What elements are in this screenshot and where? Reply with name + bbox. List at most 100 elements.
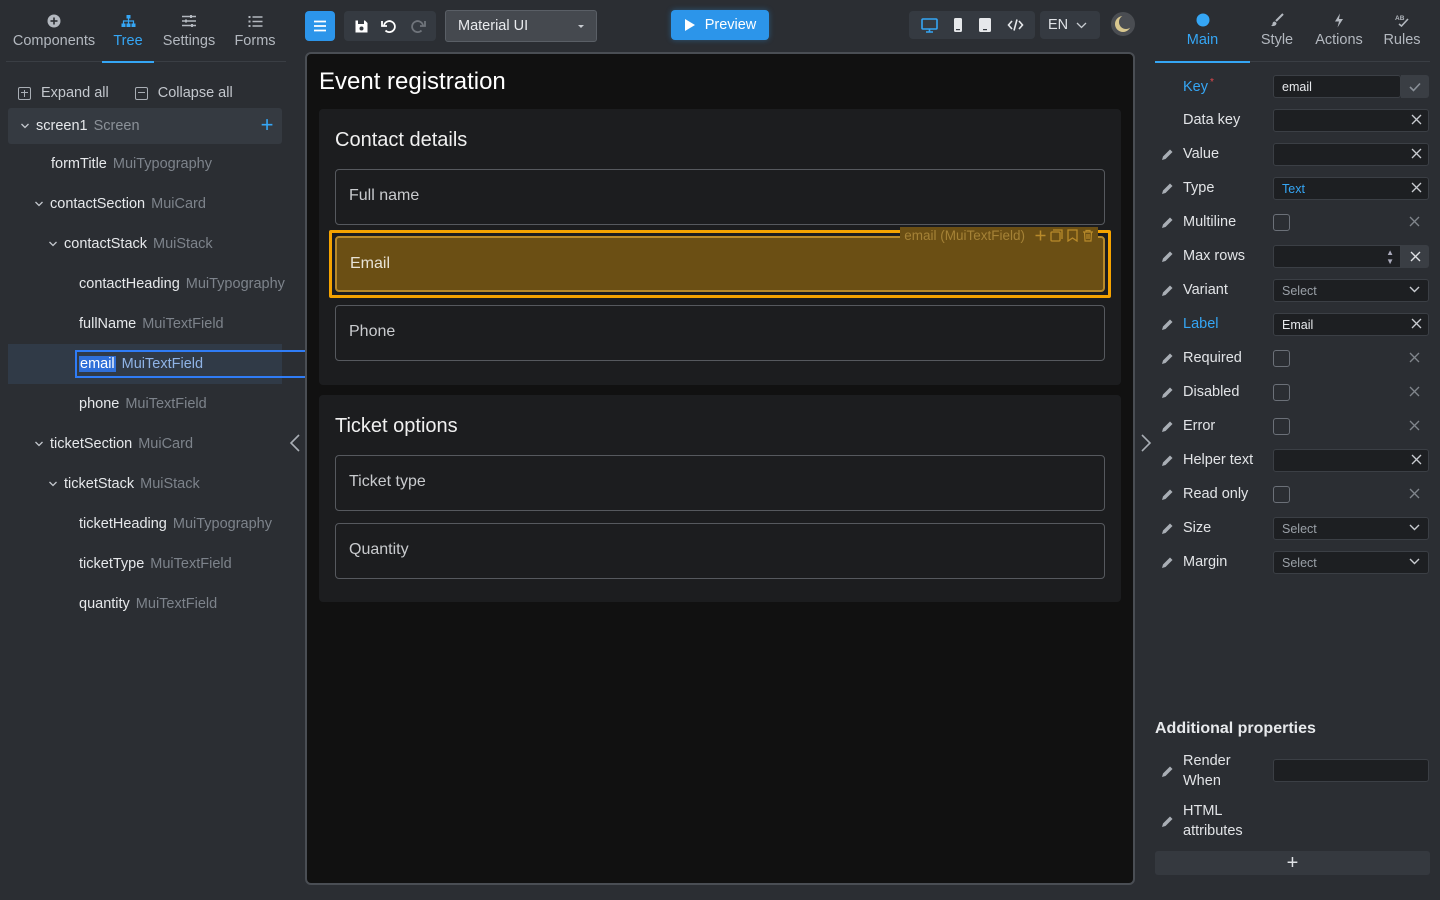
pencil-icon[interactable]	[1161, 182, 1174, 195]
tab-components[interactable]: Components	[6, 0, 102, 62]
chevron-down-icon[interactable]	[20, 121, 30, 131]
tree-node-ticketsection[interactable]: ticketSection MuiCard	[8, 424, 282, 464]
ticket-section-card[interactable]: Ticket options Ticket type Quantity	[319, 395, 1121, 602]
library-select[interactable]: Material UI	[445, 10, 597, 42]
collapse-left-panel-button[interactable]	[289, 433, 301, 453]
close-icon[interactable]	[1409, 386, 1420, 397]
read-only-checkbox[interactable]	[1273, 486, 1290, 503]
tab-actions[interactable]: Actions	[1304, 0, 1374, 62]
tree-node-formtitle[interactable]: formTitle MuiTypography	[8, 144, 282, 184]
undo-button[interactable]	[381, 19, 397, 34]
pencil-icon[interactable]	[1161, 454, 1174, 467]
ticket-heading[interactable]: Ticket options	[335, 415, 458, 438]
tab-settings[interactable]: Settings	[154, 0, 224, 62]
form-title[interactable]: Event registration	[319, 68, 506, 96]
pencil-icon[interactable]	[1161, 250, 1174, 263]
tab-rules[interactable]: AB Rules	[1374, 0, 1430, 62]
close-icon[interactable]	[1411, 182, 1422, 193]
multiline-checkbox[interactable]	[1273, 214, 1290, 231]
tab-style[interactable]: Style	[1250, 0, 1304, 62]
theme-toggle[interactable]	[1111, 12, 1135, 36]
close-icon[interactable]	[1411, 454, 1422, 465]
contact-section-card[interactable]: Contact details Full name Email email (M…	[319, 109, 1121, 385]
close-icon[interactable]	[1409, 488, 1420, 499]
menu-button[interactable]	[305, 11, 335, 41]
chevron-down-icon[interactable]	[48, 239, 58, 249]
tree-node-email[interactable]: email MuiTextField	[8, 344, 308, 384]
contact-heading[interactable]: Contact details	[335, 129, 467, 152]
pencil-icon[interactable]	[1161, 522, 1174, 535]
chevron-down-icon[interactable]	[34, 439, 44, 449]
pencil-icon[interactable]	[1161, 488, 1174, 501]
close-icon[interactable]	[1411, 148, 1422, 159]
tree-node-contactstack[interactable]: contactStack MuiStack	[8, 224, 282, 264]
pencil-icon[interactable]	[1161, 318, 1174, 331]
desktop-icon	[920, 17, 938, 33]
tree-node-contactheading[interactable]: contactHeading MuiTypography	[8, 264, 285, 304]
tree-node-quantity[interactable]: quantity MuiTextField	[8, 584, 282, 624]
tree-node-tickettype[interactable]: ticketType MuiTextField	[8, 544, 282, 584]
helper-text-input[interactable]	[1273, 449, 1429, 472]
tree-node-screen1[interactable]: screen1 Screen +	[8, 108, 282, 144]
pencil-icon[interactable]	[1161, 556, 1174, 569]
pencil-icon[interactable]	[1161, 386, 1174, 399]
variant-select[interactable]: Select	[1273, 279, 1429, 302]
key-input[interactable]: email	[1273, 75, 1401, 98]
chevron-down-icon[interactable]	[48, 479, 58, 489]
pencil-icon[interactable]	[1161, 815, 1174, 828]
pencil-icon[interactable]	[1161, 216, 1174, 229]
label-input[interactable]: Email	[1273, 313, 1429, 336]
design-canvas[interactable]: Event registration Contact details Full …	[305, 52, 1135, 885]
tree-node-ticketheading[interactable]: ticketHeading MuiTypography	[8, 504, 282, 544]
pencil-icon[interactable]	[1161, 148, 1174, 161]
pencil-icon[interactable]	[1161, 765, 1174, 778]
email-field[interactable]: Email	[335, 236, 1105, 292]
preview-button[interactable]: Preview	[671, 10, 769, 40]
close-icon[interactable]	[1409, 216, 1420, 227]
full-name-field[interactable]: Full name	[335, 169, 1105, 225]
tab-forms[interactable]: Forms	[224, 0, 286, 62]
mobile-view-button[interactable]	[953, 17, 963, 33]
tree-node-phone[interactable]: phone MuiTextField	[8, 384, 282, 424]
pencil-icon[interactable]	[1161, 284, 1174, 297]
required-checkbox[interactable]	[1273, 350, 1290, 367]
close-icon[interactable]	[1411, 114, 1422, 125]
tab-main[interactable]: Main	[1155, 0, 1250, 63]
desktop-view-button[interactable]	[920, 17, 938, 33]
size-select[interactable]: Select	[1273, 517, 1429, 540]
tree-node-fullname[interactable]: fullName MuiTextField	[8, 304, 282, 344]
data-key-input[interactable]	[1273, 109, 1429, 132]
tablet-view-button[interactable]	[978, 17, 992, 33]
clear-max-rows-button[interactable]	[1401, 245, 1429, 268]
save-button[interactable]	[354, 19, 369, 34]
tree-node-contactsection[interactable]: contactSection MuiCard	[8, 184, 282, 224]
expand-all-button[interactable]: Expand all	[18, 85, 109, 101]
add-component-button[interactable]: +	[258, 114, 276, 136]
close-icon[interactable]	[1409, 352, 1420, 363]
collapse-all-button[interactable]: Collapse all	[134, 85, 233, 101]
add-attribute-button[interactable]: +	[1155, 851, 1430, 875]
phone-field[interactable]: Phone	[335, 305, 1105, 361]
redo-button[interactable]	[410, 19, 426, 34]
tab-tree[interactable]: Tree	[102, 0, 154, 63]
quantity-field[interactable]: Quantity	[335, 523, 1105, 579]
close-icon[interactable]	[1409, 420, 1420, 431]
language-select[interactable]: EN	[1040, 11, 1100, 39]
confirm-key-button[interactable]	[1401, 75, 1429, 98]
code-view-button[interactable]	[1006, 18, 1024, 32]
close-icon[interactable]	[1411, 318, 1422, 329]
margin-select[interactable]: Select	[1273, 551, 1429, 574]
tree-node-ticketstack[interactable]: ticketStack MuiStack	[8, 464, 282, 504]
type-input[interactable]: Text	[1273, 177, 1429, 200]
ticket-type-field[interactable]: Ticket type	[335, 455, 1105, 511]
collapse-right-panel-button[interactable]	[1140, 433, 1152, 453]
pencil-icon[interactable]	[1161, 420, 1174, 433]
chevron-down-icon[interactable]	[34, 199, 44, 209]
pencil-icon[interactable]	[1161, 352, 1174, 365]
stepper-arrows-icon[interactable]: ▲ ▼	[1386, 248, 1394, 266]
disabled-checkbox[interactable]	[1273, 384, 1290, 401]
render-when-input[interactable]	[1273, 759, 1429, 782]
value-input[interactable]	[1273, 143, 1429, 166]
error-checkbox[interactable]	[1273, 418, 1290, 435]
max-rows-stepper[interactable]: ▲ ▼	[1273, 245, 1401, 268]
